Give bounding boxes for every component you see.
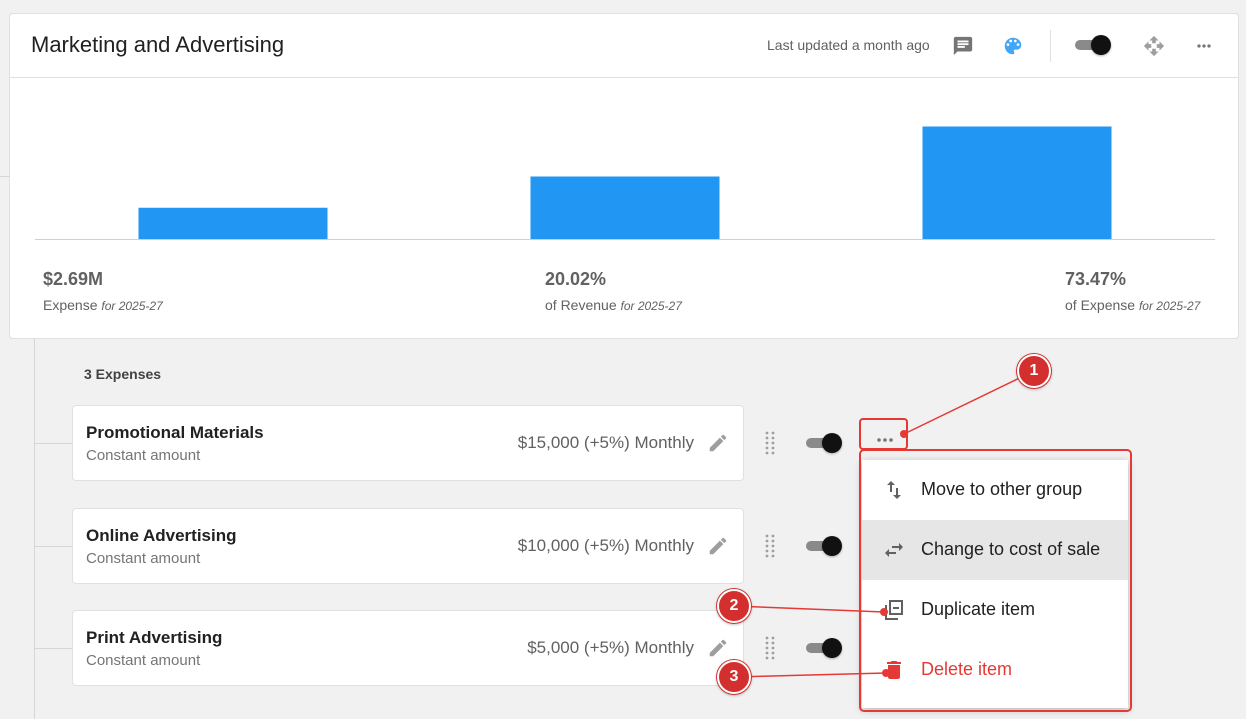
item-type: Constant amount bbox=[86, 447, 201, 464]
expense-item-online-advertising[interactable]: Online Advertising Constant amount $10,0… bbox=[72, 508, 744, 584]
stat-label: of Expense bbox=[1065, 297, 1136, 313]
annotation-dot bbox=[900, 430, 908, 438]
tree-connector bbox=[34, 443, 72, 444]
edit-icon[interactable] bbox=[707, 432, 729, 454]
item-name: Online Advertising bbox=[86, 526, 237, 545]
tree-connector bbox=[0, 176, 10, 177]
expense-item-promotional-materials[interactable]: Promotional Materials Constant amount $1… bbox=[72, 405, 744, 481]
chart-bar bbox=[138, 207, 328, 239]
tree-connector bbox=[34, 648, 72, 649]
stat-of-revenue: 20.02% of Revenue for 2025-27 bbox=[545, 269, 682, 313]
stat-period: for 2025-27 bbox=[1138, 299, 1201, 313]
item-toggle[interactable] bbox=[806, 432, 844, 454]
menu-item-change-to-cost-of-sale[interactable]: Change to cost of sale bbox=[862, 520, 1128, 580]
swap-vert-icon bbox=[882, 478, 906, 502]
card-header: Marketing and Advertising Last updated a… bbox=[10, 14, 1238, 78]
menu-item-label: Move to other group bbox=[921, 479, 1083, 499]
bar-chart bbox=[35, 126, 1215, 240]
stat-expense: $2.69M Expense for 2025-27 bbox=[43, 269, 163, 313]
menu-item-delete[interactable]: Delete item bbox=[862, 640, 1128, 700]
annotation-marker: 3 bbox=[717, 660, 751, 694]
annotation-line bbox=[903, 370, 1035, 435]
delete-icon bbox=[882, 658, 906, 682]
stat-of-expense: 73.47% of Expense for 2025-27 bbox=[1065, 269, 1200, 313]
swap-horiz-icon bbox=[882, 538, 906, 562]
item-more-button[interactable] bbox=[870, 430, 900, 450]
expenses-count: 3 Expenses bbox=[84, 366, 162, 382]
menu-item-label: Change to cost of sale bbox=[921, 539, 1101, 559]
menu-item-move-to-other-group[interactable]: Move to other group bbox=[862, 460, 1128, 520]
item-toggle[interactable] bbox=[806, 637, 844, 659]
palette-icon[interactable] bbox=[1001, 34, 1025, 58]
item-context-menu: Move to other group Change to cost of sa… bbox=[862, 460, 1128, 708]
stat-value: 20.02% bbox=[545, 269, 607, 289]
header-divider bbox=[1050, 30, 1051, 62]
menu-item-label: Delete item bbox=[921, 659, 1013, 679]
menu-item-label: Duplicate item bbox=[921, 599, 1036, 619]
stat-period: for 2025-27 bbox=[620, 299, 682, 313]
stat-label: Expense bbox=[43, 297, 98, 313]
comment-icon[interactable] bbox=[951, 34, 975, 58]
move-icon[interactable] bbox=[1142, 34, 1166, 58]
annotation-marker: 2 bbox=[717, 589, 751, 623]
stat-value: $2.69M bbox=[43, 269, 104, 289]
drag-handle-icon[interactable] bbox=[763, 533, 777, 559]
stat-value: 73.47% bbox=[1065, 269, 1127, 289]
expense-item-print-advertising[interactable]: Print Advertising Constant amount $5,000… bbox=[72, 610, 744, 686]
menu-item-duplicate[interactable]: Duplicate item bbox=[862, 580, 1128, 640]
annotation-marker: 1 bbox=[1017, 354, 1051, 388]
tree-connector bbox=[34, 339, 35, 719]
card-visibility-toggle[interactable] bbox=[1075, 34, 1113, 56]
stat-label: of Revenue bbox=[545, 297, 617, 313]
item-amount: $5,000 (+5%) Monthly bbox=[527, 638, 694, 657]
edit-icon[interactable] bbox=[707, 535, 729, 557]
drag-handle-icon[interactable] bbox=[763, 635, 777, 661]
chart-bar bbox=[922, 126, 1112, 239]
item-type: Constant amount bbox=[86, 652, 201, 669]
duplicate-icon bbox=[882, 598, 906, 622]
stat-period: for 2025-27 bbox=[101, 299, 163, 313]
drag-handle-icon[interactable] bbox=[763, 430, 777, 456]
last-updated-text: Last updated a month ago bbox=[767, 37, 930, 53]
more-horiz-icon bbox=[877, 438, 893, 442]
chart-bar bbox=[530, 176, 720, 239]
edit-icon[interactable] bbox=[707, 637, 729, 659]
item-type: Constant amount bbox=[86, 550, 201, 567]
tree-connector bbox=[34, 546, 72, 547]
more-horiz-icon[interactable] bbox=[1192, 34, 1216, 58]
summary-card: Marketing and Advertising Last updated a… bbox=[9, 13, 1239, 339]
item-toggle[interactable] bbox=[806, 535, 844, 557]
item-amount: $10,000 (+5%) Monthly bbox=[517, 536, 694, 555]
item-name: Promotional Materials bbox=[86, 423, 264, 442]
card-title: Marketing and Advertising bbox=[31, 32, 285, 57]
item-amount: $15,000 (+5%) Monthly bbox=[517, 433, 694, 452]
item-name: Print Advertising bbox=[86, 628, 223, 647]
